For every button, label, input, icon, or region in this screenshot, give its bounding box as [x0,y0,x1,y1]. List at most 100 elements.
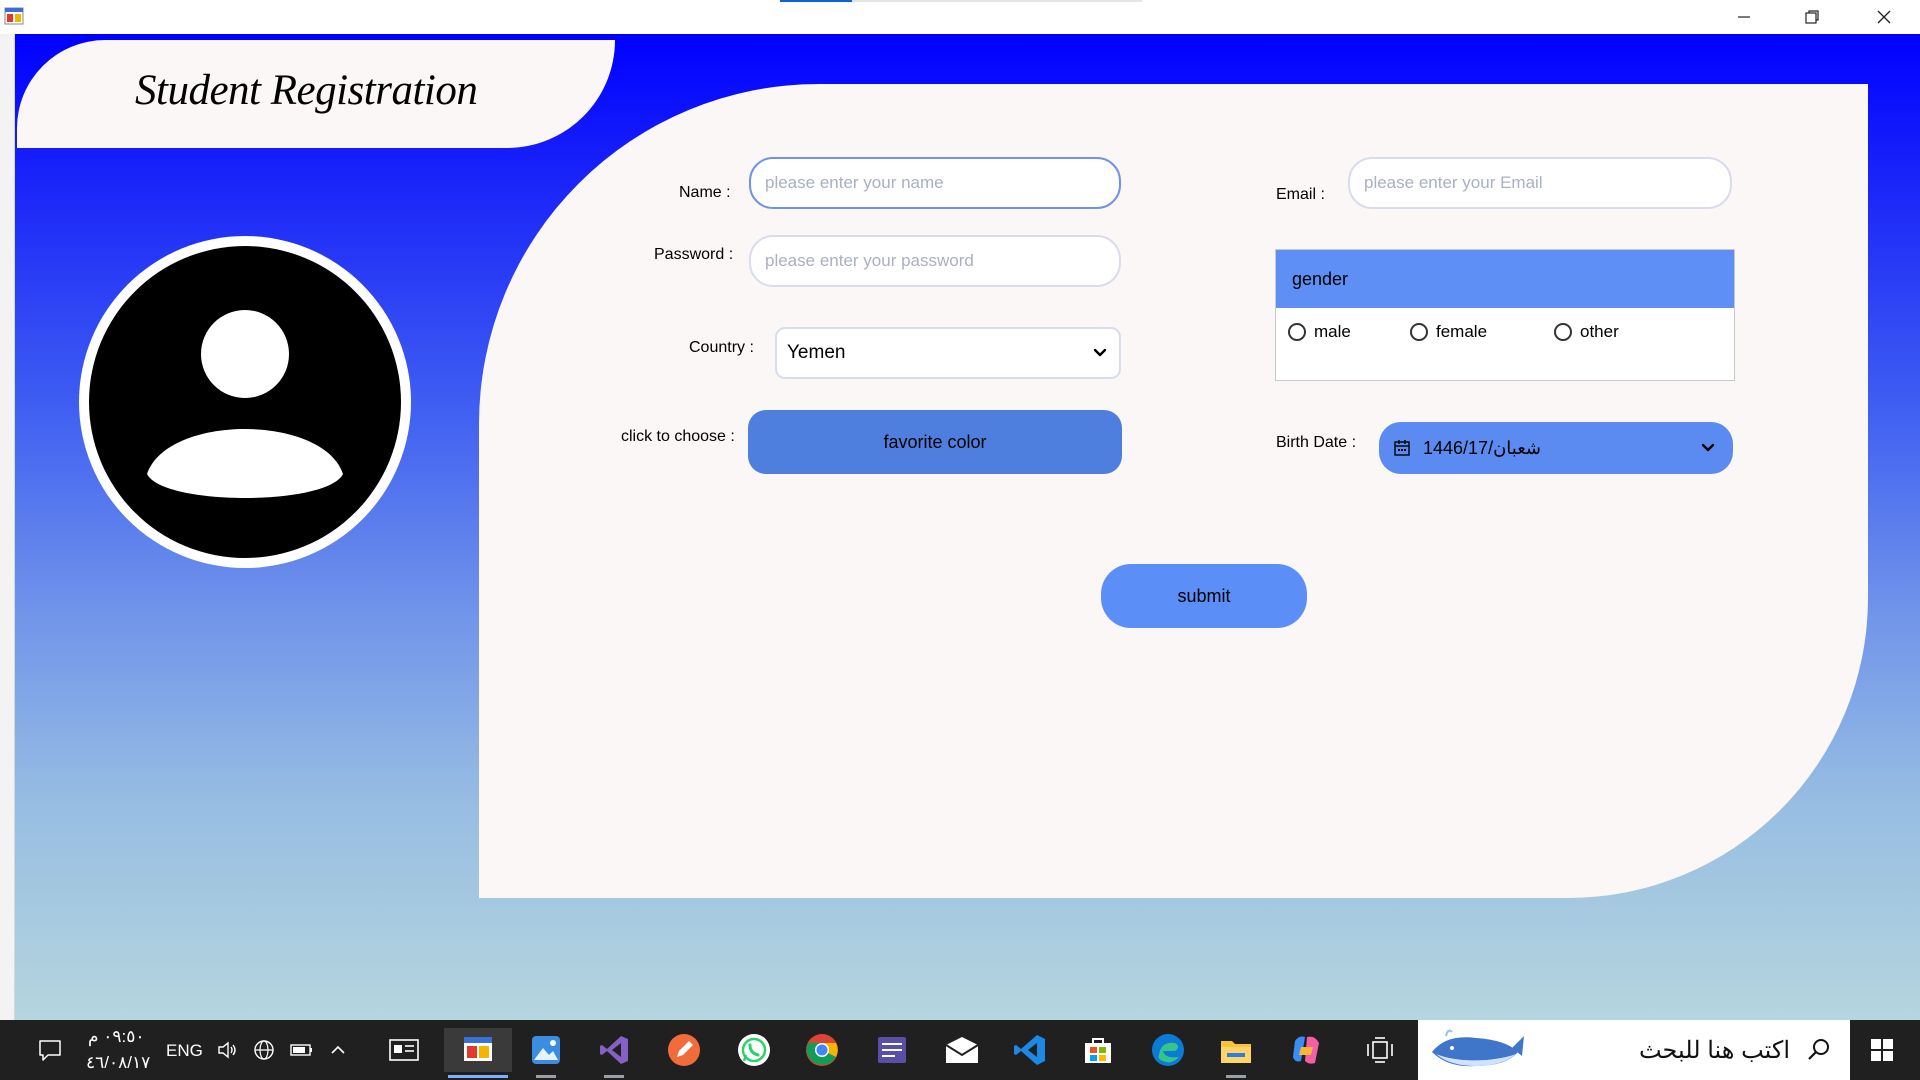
radio-button-icon [1410,323,1428,341]
copilot-icon [1293,1036,1319,1064]
title-bar [0,0,1920,34]
minimize-icon [1738,16,1750,18]
notification-center-button[interactable] [28,1028,72,1072]
globe-icon [254,1040,274,1060]
main-window: Student Registration Name : Password : C… [0,34,1920,1020]
close-icon [1877,10,1891,24]
taskbar-app-file-explorer[interactable] [1214,1028,1258,1078]
radio-button-icon [1288,323,1306,341]
whatsapp-icon [738,1034,770,1066]
chrome-icon [806,1034,838,1066]
birth-date-value: شعبان/1446/17 [1423,437,1541,458]
search-icon [1808,1039,1829,1060]
name-label: Name : [679,184,731,201]
taskbar-app-store[interactable] [1076,1028,1120,1072]
country-label: Country : [689,339,754,356]
taskbar-app-visual-studio[interactable] [592,1028,636,1078]
volume-button[interactable] [212,1028,244,1072]
gender-option-label: male [1314,322,1351,341]
birth-date-picker[interactable]: شعبان/1446/17 [1379,422,1733,474]
gender-radio-other[interactable]: other [1554,322,1619,342]
radio-button-icon [1554,323,1572,341]
tasks-app-icon [878,1037,906,1063]
minimize-button[interactable] [1710,0,1778,34]
chevron-down-icon [1699,439,1717,457]
gender-group-title: gender [1276,250,1734,308]
winforms-app-icon [464,1037,492,1061]
taskbar-app-edge[interactable] [1146,1028,1190,1072]
restore-icon [1805,10,1819,24]
taskbar-app-tasks[interactable] [870,1028,914,1072]
color-label: click to choose : [621,428,735,445]
gender-group: gender male female other [1275,249,1735,381]
form-client-area: Student Registration Name : Password : C… [15,34,1920,1020]
email-input[interactable] [1348,157,1732,209]
chevron-down-icon [1091,344,1109,362]
pen-app-icon [668,1034,700,1066]
taskbar-app-pen[interactable] [662,1028,706,1072]
gender-option-label: female [1436,322,1488,341]
country-value: Yemen [787,342,846,363]
clock-date[interactable]: ٤٦/٠٨/١٧ [86,1053,150,1073]
news-widget-icon [389,1039,419,1061]
chevron-up-icon [331,1045,345,1054]
country-select[interactable]: Yemen [775,327,1121,379]
clock-time[interactable]: ٠٩:٥٠ م [88,1027,145,1047]
password-label: Password : [654,246,734,263]
running-indicator [604,1075,624,1078]
gender-option-label: other [1580,322,1619,341]
taskbar-app-mail[interactable] [940,1028,984,1072]
whale-illustration-icon [1432,1029,1524,1067]
task-view-icon [1367,1037,1393,1063]
name-input[interactable] [749,157,1121,209]
password-input[interactable] [749,235,1121,287]
start-button[interactable] [1860,1028,1904,1072]
email-label: Email : [1276,186,1325,203]
taskbar-app-chrome[interactable] [800,1028,844,1072]
task-view-button[interactable] [1358,1028,1402,1072]
taskbar-app-whatsapp[interactable] [732,1028,776,1072]
gender-radio-male[interactable]: male [1288,322,1351,342]
registration-form-panel: Name : Password : Country : Yemen click … [479,84,1868,898]
file-explorer-icon [1221,1041,1251,1063]
taskbar: ٠٩:٥٠ م ٤٦/٠٨/١٧ ENG اكتب هنا للبحث [0,1020,1920,1080]
vscode-icon [1014,1035,1045,1065]
notification-icon [39,1040,61,1061]
show-hidden-icons-button[interactable] [322,1028,354,1072]
edge-icon [1152,1034,1184,1066]
winforms-app-icon [4,7,24,25]
page-title: Student Registration [135,67,478,114]
close-button[interactable] [1850,0,1918,34]
tab-accent-bar [780,0,852,2]
taskbar-app-photos[interactable] [524,1028,568,1078]
favorite-color-button[interactable]: favorite color [748,410,1122,474]
network-button[interactable] [248,1028,280,1072]
windows-logo-icon [1871,1039,1893,1061]
gender-radio-female[interactable]: female [1410,322,1487,342]
mail-icon [945,1037,979,1063]
input-language[interactable]: ENG [166,1041,203,1061]
battery-icon [290,1044,312,1056]
battery-button[interactable] [286,1028,318,1072]
store-icon [1085,1038,1111,1063]
window-left-border [0,34,15,1020]
search-placeholder: اكتب هنا للبحث [1638,1037,1790,1064]
restore-button[interactable] [1778,0,1846,34]
taskbar-app-winforms[interactable] [444,1028,512,1078]
tab-divider-bar [852,0,1142,2]
running-indicator [536,1075,556,1078]
photos-icon [532,1036,560,1064]
calendar-icon [1394,440,1410,456]
birth-date-label: Birth Date : [1276,434,1357,451]
taskbar-app-news[interactable] [382,1028,426,1072]
running-indicator [1226,1075,1246,1078]
user-profile-icon[interactable] [77,234,413,570]
taskbar-app-copilot[interactable] [1284,1028,1328,1072]
volume-icon [218,1041,236,1059]
active-indicator [448,1075,508,1078]
visual-studio-icon [600,1036,628,1064]
taskbar-app-vscode[interactable] [1008,1028,1052,1072]
taskbar-search-box[interactable]: اكتب هنا للبحث [1418,1020,1850,1080]
submit-button[interactable]: submit [1101,564,1307,628]
title-panel: Student Registration [17,40,615,148]
